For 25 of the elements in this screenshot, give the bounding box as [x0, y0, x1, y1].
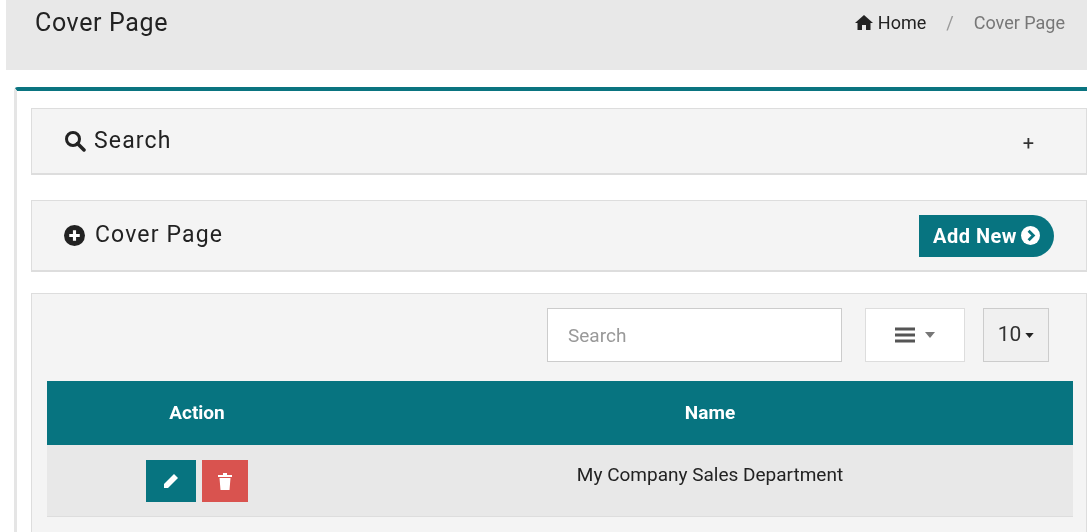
page-title: Cover Page [35, 7, 168, 39]
breadcrumb-link[interactable]: Home [854, 9, 927, 36]
search-icon [64, 130, 86, 152]
trash-icon [218, 472, 232, 490]
edit-button[interactable] [146, 460, 196, 502]
home-icon [854, 15, 873, 30]
search-field[interactable]: Search [547, 308, 842, 362]
caret-icon [1025, 332, 1035, 338]
pencil-icon [162, 472, 180, 490]
panel-title: Cover Page [95, 220, 224, 251]
add-new-button[interactable]: Add New [918, 214, 1054, 257]
breadcrumb-current: Cover Page [973, 11, 1065, 35]
panel-title: Search [94, 125, 172, 156]
column-header: Action [47, 381, 347, 445]
table-cell: My Company Sales Department [576, 463, 844, 486]
page-size-dropdown[interactable]: 10 [983, 308, 1049, 362]
chevron-circle-icon [1021, 226, 1040, 245]
expand-toggle[interactable]: + [1022, 124, 1034, 158]
delete-button[interactable] [202, 460, 248, 502]
menu-icon [895, 327, 915, 343]
column-header: Name [347, 381, 1073, 445]
columns-dropdown[interactable] [865, 308, 965, 362]
caret-icon [925, 332, 935, 338]
plus-circle-icon [64, 225, 85, 246]
breadcrumb-separator: / [946, 11, 954, 35]
